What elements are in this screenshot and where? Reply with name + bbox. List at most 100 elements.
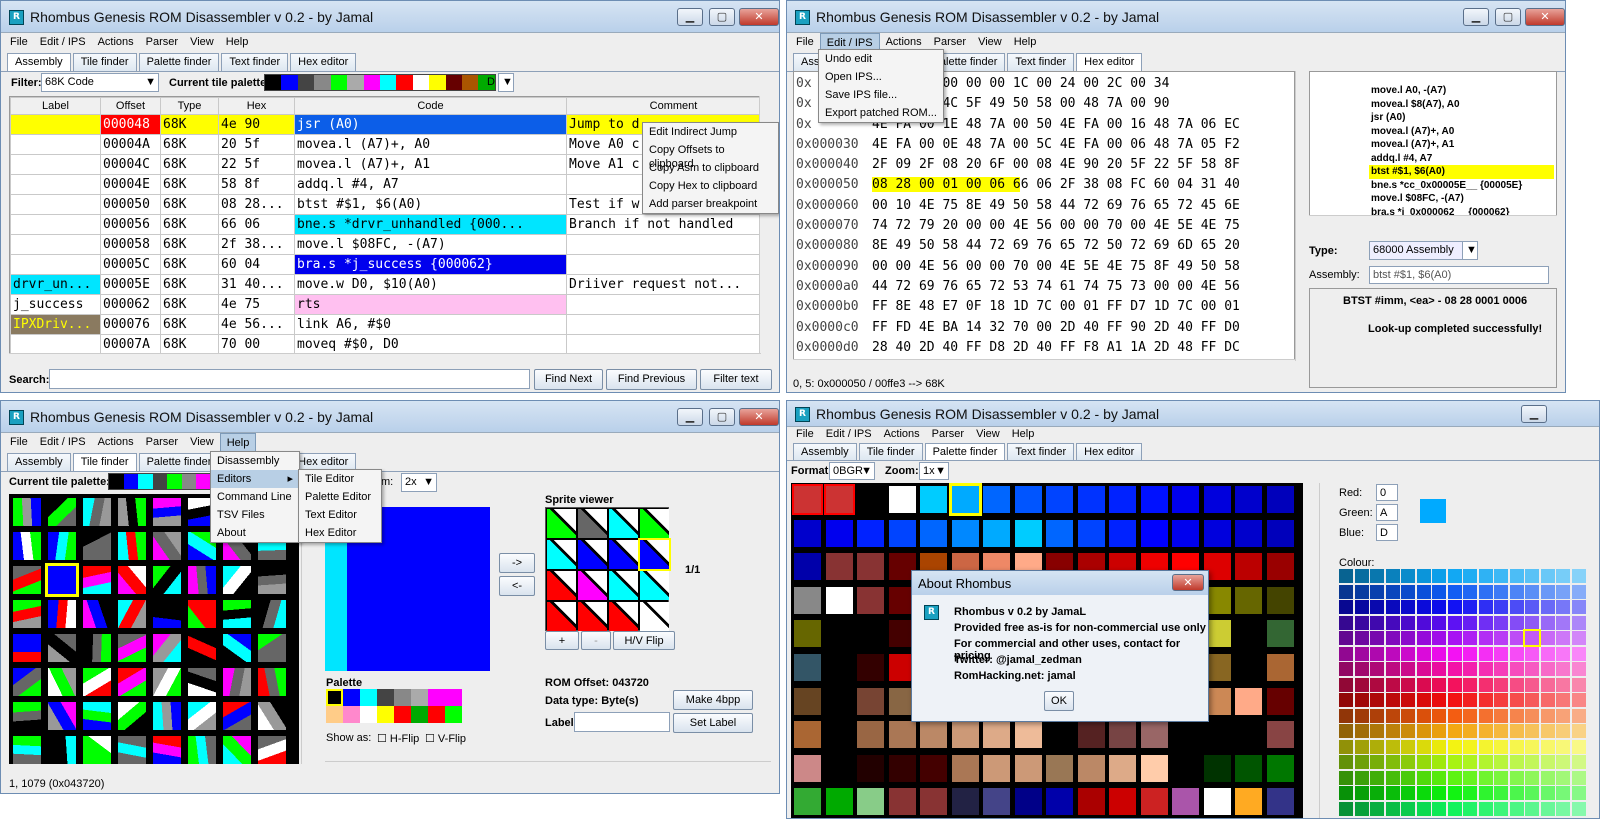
tile[interactable]	[188, 702, 216, 730]
colour-swatch[interactable]	[1339, 584, 1353, 599]
colour-swatch[interactable]	[1432, 708, 1446, 723]
tab-palette-finder[interactable]: Palette finder	[138, 53, 220, 71]
colour-swatch[interactable]	[1556, 739, 1570, 754]
colour-swatch[interactable]	[1478, 786, 1493, 800]
palette-cell[interactable]	[1235, 788, 1262, 816]
tab-hex-editor[interactable]: Hex editor	[1076, 53, 1143, 71]
menu-hex-editor[interactable]: Hex Editor	[299, 524, 381, 542]
colour-swatch[interactable]	[1339, 770, 1353, 785]
hex-row[interactable]: 0x000060 00 10 4E 75 8E 49 50 58 44 72 69…	[794, 196, 1294, 216]
tile[interactable]	[153, 566, 181, 594]
palette-cell[interactable]	[1266, 654, 1294, 681]
menu-help[interactable]: Help	[220, 33, 255, 53]
tile[interactable]	[258, 634, 286, 662]
tile[interactable]	[223, 634, 251, 662]
palette-cell[interactable]	[794, 687, 821, 715]
colour-swatch[interactable]	[1447, 631, 1462, 645]
colour-swatch[interactable]	[1478, 662, 1493, 676]
hv-flip-button[interactable]: H/V Flip	[613, 631, 675, 650]
colour-swatch[interactable]	[1370, 708, 1384, 723]
palette-cell[interactable]	[1235, 519, 1262, 547]
colour-swatch[interactable]	[1540, 786, 1555, 800]
colour-swatch[interactable]	[1525, 662, 1539, 676]
palette-cell[interactable]	[1203, 721, 1231, 749]
colour-swatch[interactable]	[1571, 600, 1586, 614]
colour-swatch[interactable]	[1571, 584, 1586, 599]
colour-swatch[interactable]	[1401, 677, 1415, 692]
colour-swatch[interactable]	[1432, 786, 1446, 800]
colour-swatch[interactable]	[1447, 569, 1462, 583]
colour-swatch[interactable]	[1525, 770, 1539, 785]
colour-swatch[interactable]	[1401, 786, 1415, 800]
colour-swatch[interactable]	[1370, 584, 1384, 599]
colour-swatch[interactable]	[1339, 646, 1353, 661]
hex-row[interactable]: 0x000080 8E 49 50 58 44 72 69 76 65 72 50…	[794, 236, 1294, 256]
tile[interactable]	[118, 668, 146, 696]
colour-swatch[interactable]	[1509, 801, 1524, 816]
palette-cell[interactable]	[857, 754, 884, 782]
palette-cell[interactable]	[857, 519, 884, 547]
palette-cell[interactable]	[1140, 788, 1168, 816]
colour-swatch[interactable]	[1478, 724, 1493, 738]
colour-swatch[interactable]	[1494, 724, 1508, 738]
colour-swatch[interactable]	[1416, 755, 1431, 769]
colour-swatch[interactable]	[1339, 693, 1353, 707]
colour-swatch[interactable]	[1494, 786, 1508, 800]
palette-cell[interactable]	[983, 519, 1010, 547]
menu-open-ips[interactable]: Open IPS...	[819, 68, 943, 86]
green-input[interactable]: A	[1376, 504, 1398, 521]
colour-swatch[interactable]	[1463, 693, 1477, 707]
colour-picker[interactable]	[1339, 569, 1597, 817]
col-type[interactable]: Type	[160, 97, 219, 115]
palette-cell[interactable]	[1046, 721, 1073, 749]
colour-swatch[interactable]	[1509, 708, 1524, 723]
find-next-button[interactable]: Find Next	[534, 369, 603, 390]
colour-swatch[interactable]	[1463, 786, 1477, 800]
colour-swatch[interactable]	[1509, 693, 1524, 707]
colour-swatch[interactable]	[1556, 631, 1570, 645]
tile[interactable]	[83, 668, 111, 696]
palette-cell[interactable]	[1109, 721, 1136, 749]
menu-actions[interactable]: Actions	[878, 427, 926, 443]
colour-swatch[interactable]	[1509, 615, 1524, 630]
palette-cell[interactable]	[1172, 721, 1199, 749]
colour-swatch[interactable]	[1478, 646, 1493, 661]
palette-cell[interactable]	[1235, 654, 1262, 681]
colour-swatch[interactable]	[1494, 708, 1508, 723]
blue-input[interactable]: D	[1376, 524, 1398, 541]
colour-swatch[interactable]	[1370, 631, 1384, 645]
menu-view[interactable]: View	[972, 33, 1008, 53]
colour-swatch[interactable]	[1370, 786, 1384, 800]
colour-swatch[interactable]	[1571, 708, 1586, 723]
colour-swatch[interactable]	[1463, 600, 1477, 614]
colour-swatch[interactable]	[1432, 662, 1446, 676]
palette-dropdown[interactable]: ▼	[498, 73, 514, 92]
colour-swatch[interactable]	[1354, 786, 1369, 800]
tile[interactable]	[223, 566, 251, 594]
tab-assembly[interactable]: Assembly	[793, 443, 857, 460]
palette-cell[interactable]	[1266, 754, 1294, 782]
sprite-tile[interactable]	[638, 538, 671, 571]
menu-disassembly[interactable]: Disassembly	[211, 452, 299, 470]
colour-swatch[interactable]	[1401, 693, 1415, 707]
colour-swatch[interactable]	[1494, 615, 1508, 630]
menu-help[interactable]: Help	[1008, 33, 1043, 53]
palette-cell[interactable]	[825, 553, 853, 581]
colour-swatch[interactable]	[1354, 600, 1369, 614]
vflip-checkbox[interactable]: ☐ V-Flip	[425, 732, 466, 745]
colour-swatch[interactable]	[1416, 646, 1431, 661]
colour-swatch[interactable]	[1556, 569, 1570, 583]
tile[interactable]	[48, 702, 76, 730]
tile[interactable]	[48, 600, 76, 628]
tab-text-finder[interactable]: Text finder	[1007, 443, 1075, 460]
palette-cell[interactable]	[857, 586, 884, 614]
colour-swatch[interactable]	[1525, 693, 1539, 707]
palette-cell[interactable]	[1266, 486, 1294, 513]
ctx-copy-asm[interactable]: Copy Asm to clipboard	[643, 159, 778, 177]
colour-swatch[interactable]	[1571, 693, 1586, 707]
colour-swatch[interactable]	[1463, 631, 1477, 645]
palette-cell[interactable]	[825, 754, 853, 782]
minimize-button[interactable]: ▁	[677, 408, 703, 426]
colour-swatch[interactable]	[1432, 631, 1446, 645]
palette-cell[interactable]	[794, 519, 821, 547]
